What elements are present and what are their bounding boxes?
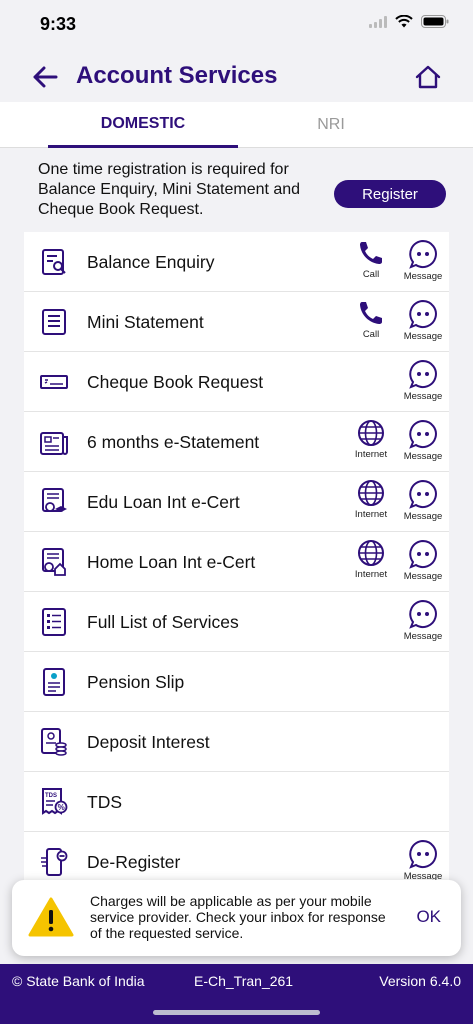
message-bubble-icon: [409, 299, 437, 329]
service-label: 6 months e-Statement: [87, 432, 260, 452]
cheque-book-icon: [40, 375, 68, 389]
message-button[interactable]: Message: [401, 479, 445, 527]
svg-text:TDS: TDS: [45, 793, 57, 799]
battery-icon: [421, 15, 449, 28]
call-button[interactable]: Call: [349, 239, 393, 287]
balance-enquiry-icon: [42, 249, 66, 275]
message-button[interactable]: Message: [401, 419, 445, 467]
message-label: Message: [403, 451, 443, 462]
internet-label: Internet: [354, 569, 388, 580]
internet-label: Internet: [354, 449, 388, 460]
service-label: Edu Loan Int e-Cert: [87, 492, 240, 512]
e-statement-icon: [40, 432, 68, 455]
screen-code: E-Ch_Tran_261: [194, 973, 294, 989]
status-icons: [369, 15, 449, 28]
home-loan-certificate-icon: [42, 548, 66, 576]
message-label: Message: [403, 631, 443, 642]
service-row-e-statement[interactable]: 6 months e-Statement Internet Message: [24, 412, 449, 472]
de-register-icon: [41, 848, 68, 876]
message-bubble-icon: [409, 479, 437, 509]
service-row-tds[interactable]: TDS % TDS: [24, 772, 449, 832]
page-title: Account Services: [76, 62, 278, 89]
tab-domestic[interactable]: DOMESTIC: [48, 102, 238, 148]
service-label: Deposit Interest: [87, 732, 210, 752]
service-row-mini-statement[interactable]: Mini Statement Call Message: [24, 292, 449, 352]
back-button[interactable]: [30, 62, 60, 92]
service-label: Home Loan Int e-Cert: [87, 552, 256, 572]
phone-icon: [360, 302, 382, 324]
message-bubble-icon: [409, 359, 437, 389]
service-row-pension-slip[interactable]: Pension Slip: [24, 652, 449, 712]
home-button[interactable]: [413, 62, 443, 92]
pension-slip-icon: [43, 668, 65, 696]
svg-text:%: %: [58, 803, 65, 812]
message-button[interactable]: Message: [401, 239, 445, 287]
service-list: Balance Enquiry Call Message Mini Statem…: [24, 232, 449, 892]
alert-message: Charges will be applicable as per your m…: [90, 893, 386, 941]
charges-alert: Charges will be applicable as per your m…: [12, 880, 461, 956]
service-label: Pension Slip: [87, 672, 185, 692]
internet-label: Internet: [354, 509, 388, 520]
globe-icon: [358, 540, 384, 566]
call-label: Call: [362, 269, 380, 280]
message-button[interactable]: Message: [401, 539, 445, 587]
cellular-signal-icon: [369, 15, 387, 28]
app-header: Account Services: [0, 50, 473, 102]
home-icon: [415, 65, 441, 89]
message-bubble-icon: [409, 419, 437, 449]
register-button[interactable]: Register: [334, 180, 446, 208]
tab-bar: DOMESTIC NRI: [0, 102, 473, 148]
internet-button[interactable]: Internet: [349, 419, 393, 467]
home-indicator[interactable]: [153, 1010, 320, 1015]
wifi-icon: [395, 15, 413, 28]
message-button[interactable]: Message: [401, 359, 445, 407]
message-bubble-icon: [409, 599, 437, 629]
service-row-full-list[interactable]: Full List of Services Message: [24, 592, 449, 652]
message-label: Message: [403, 331, 443, 342]
service-row-deposit-interest[interactable]: Deposit Interest: [24, 712, 449, 772]
service-label: Cheque Book Request: [87, 372, 264, 392]
service-label: De-Register: [87, 852, 181, 872]
internet-button[interactable]: Internet: [349, 539, 393, 587]
service-label: Full List of Services: [87, 612, 239, 632]
service-label: Balance Enquiry: [87, 252, 215, 272]
message-label: Message: [403, 511, 443, 522]
service-label: Mini Statement: [87, 312, 204, 332]
globe-icon: [358, 480, 384, 506]
status-time: 9:33: [40, 14, 77, 34]
edu-loan-certificate-icon: [42, 488, 67, 512]
message-button[interactable]: Message: [401, 299, 445, 347]
tds-icon: TDS %: [42, 788, 68, 815]
call-label: Call: [362, 329, 380, 340]
message-label: Message: [403, 271, 443, 282]
service-row-cheque-book-request[interactable]: Cheque Book Request Message: [24, 352, 449, 412]
version-text: Version 6.4.0: [379, 973, 461, 989]
service-row-balance-enquiry[interactable]: Balance Enquiry Call Message: [24, 232, 449, 292]
back-arrow-icon: [33, 66, 58, 88]
service-label: TDS: [87, 792, 122, 812]
status-bar: 9:33: [0, 0, 473, 50]
message-bubble-icon: [409, 239, 437, 269]
warning-icon: [28, 897, 74, 937]
copyright-text: © State Bank of India: [12, 973, 145, 989]
deposit-interest-icon: [41, 728, 67, 756]
globe-icon: [358, 420, 384, 446]
message-bubble-icon: [409, 539, 437, 569]
message-label: Message: [403, 391, 443, 402]
tab-nri[interactable]: NRI: [236, 102, 426, 148]
internet-button[interactable]: Internet: [349, 479, 393, 527]
full-list-icon: [42, 608, 66, 636]
call-button[interactable]: Call: [349, 299, 393, 347]
ok-button[interactable]: OK: [416, 907, 441, 927]
registration-notice: One time registration is required for Ba…: [38, 161, 301, 218]
footer: © State Bank of India E-Ch_Tran_261 Vers…: [0, 964, 473, 1024]
service-row-edu-loan-cert[interactable]: Edu Loan Int e-Cert Internet Message: [24, 472, 449, 532]
message-bubble-icon: [409, 839, 437, 869]
phone-icon: [360, 242, 382, 264]
message-label: Message: [403, 571, 443, 582]
service-row-home-loan-cert[interactable]: Home Loan Int e-Cert Internet Message: [24, 532, 449, 592]
mini-statement-icon: [42, 309, 66, 335]
message-button[interactable]: Message: [401, 599, 445, 647]
